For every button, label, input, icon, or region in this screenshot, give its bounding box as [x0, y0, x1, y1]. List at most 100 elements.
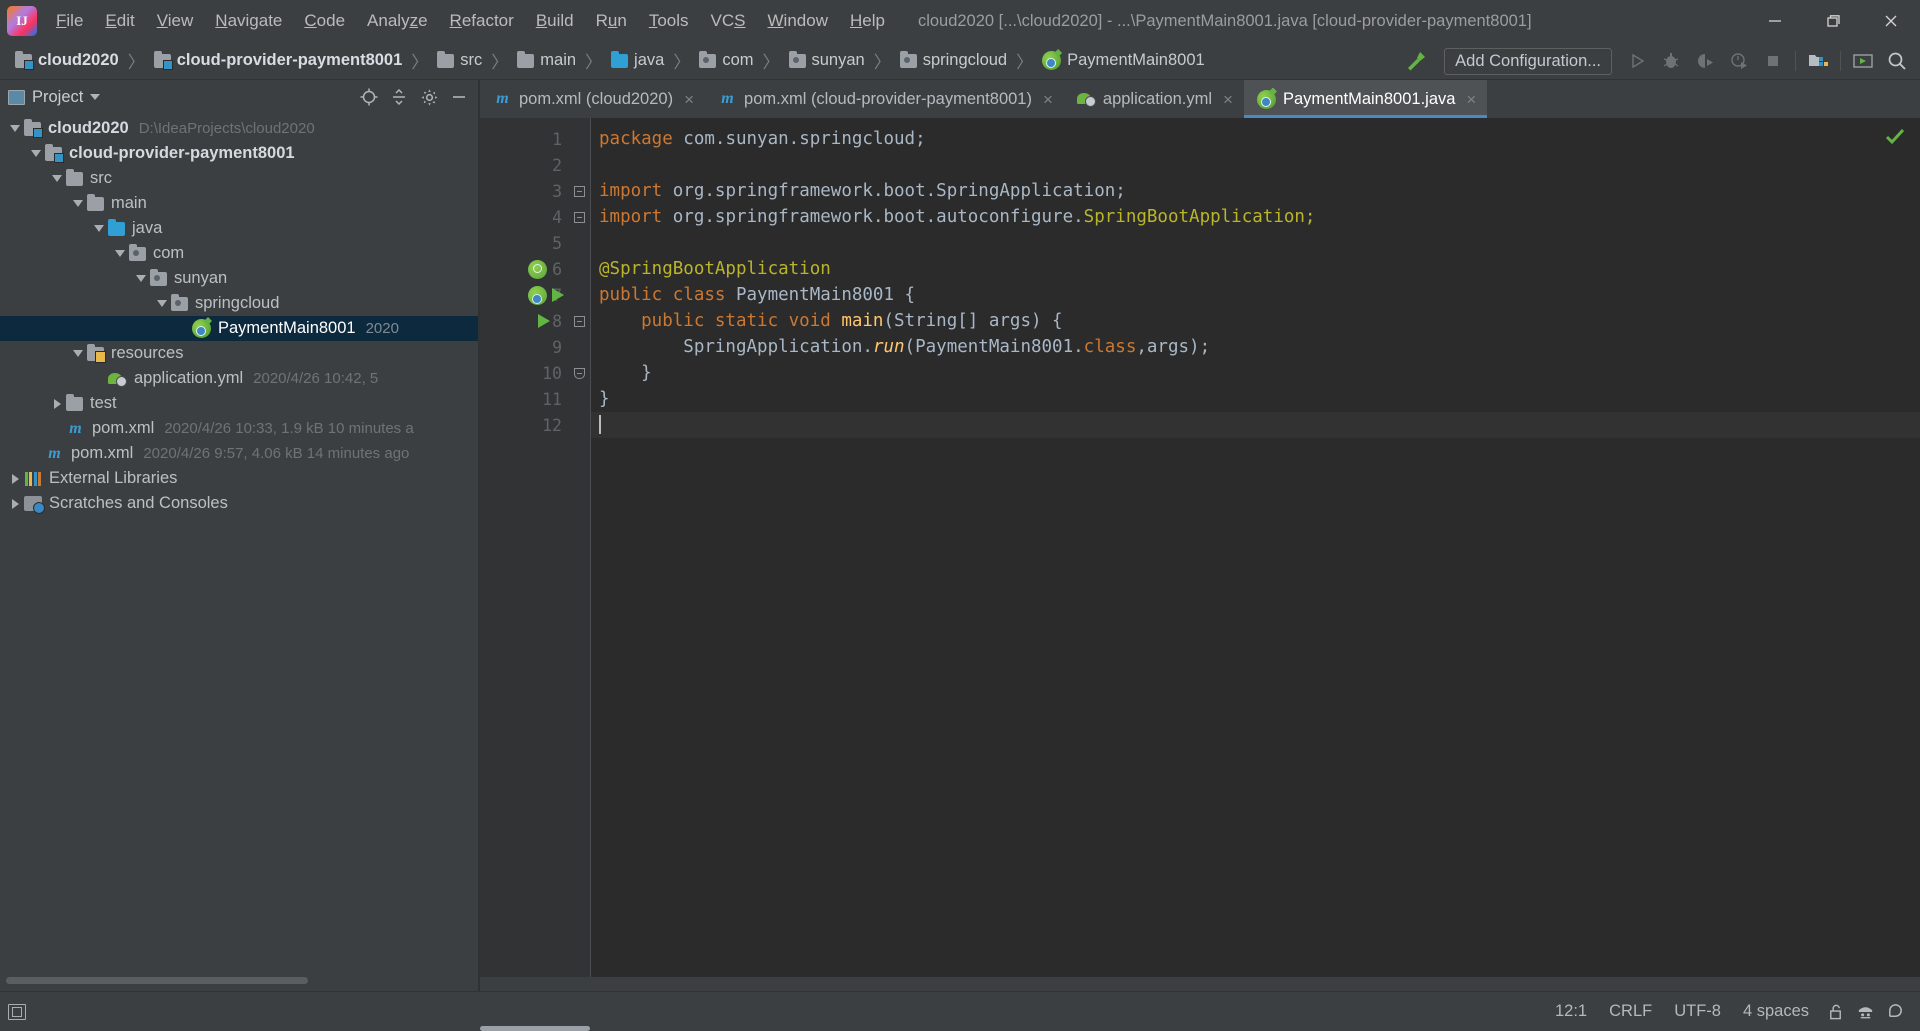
close-tab-icon[interactable]: × [684, 91, 694, 108]
close-window-button[interactable] [1862, 0, 1920, 42]
menu-item-edit[interactable]: Edit [94, 8, 145, 34]
breadcrumb-item-src[interactable]: src [434, 48, 485, 74]
no-errors-checkmark-icon[interactable] [1884, 126, 1906, 151]
chevron-down-icon[interactable] [90, 94, 101, 100]
breadcrumb-item-springcloud[interactable]: springcloud [897, 48, 1010, 74]
chevron-right-icon[interactable] [48, 398, 66, 409]
close-tab-icon[interactable]: × [1223, 91, 1233, 108]
gutter-line-1[interactable]: 1 [480, 126, 568, 152]
editor-gutter[interactable]: 1 2 3 4 5 6 7 8 9 10 11 12 [480, 118, 568, 977]
breadcrumb-item-com[interactable]: com [696, 48, 756, 74]
menu-item-navigate[interactable]: Navigate [204, 8, 293, 34]
toggle-tool-window-bars-icon[interactable] [8, 1003, 26, 1020]
tree-node-external-libraries[interactable]: External Libraries [0, 466, 478, 491]
tree-node-src[interactable]: src [0, 166, 478, 191]
code-line-7[interactable]: public class PaymentMain8001 { [591, 282, 1920, 308]
chevron-down-icon[interactable] [132, 275, 150, 282]
minimize-window-button[interactable] [1746, 0, 1804, 42]
chevron-right-icon[interactable] [6, 473, 24, 484]
close-tab-icon[interactable]: × [1466, 91, 1476, 108]
fold-marker-line-4[interactable] [568, 204, 590, 230]
profile-button[interactable] [1722, 46, 1756, 76]
editor-tab-pom-xml-cloud2020-[interactable]: m pom.xml (cloud2020) × [480, 80, 705, 118]
caret-position[interactable]: 12:1 [1544, 999, 1598, 1024]
chevron-down-icon[interactable] [6, 125, 24, 132]
tree-node-pom-xml[interactable]: m pom.xml 2020/4/26 9:57, 4.06 kB 14 minut… [0, 441, 478, 466]
build-hammer-icon[interactable] [1400, 46, 1430, 76]
code-folding-column[interactable] [568, 118, 590, 977]
collapse-region-icon[interactable] [573, 185, 585, 197]
code-line-5[interactable] [591, 230, 1920, 256]
horizontal-scrollbar[interactable] [6, 977, 308, 984]
search-everywhere-button[interactable] [1880, 46, 1914, 76]
chevron-down-icon[interactable] [153, 300, 171, 307]
menu-item-help[interactable]: Help [839, 8, 896, 34]
run-button[interactable] [1620, 46, 1654, 76]
project-tree[interactable]: cloud2020 D:\IdeaProjects\cloud2020 cloud-… [0, 114, 478, 991]
code-editor[interactable]: 1 2 3 4 5 6 7 8 9 10 11 12 package com.sunyan.sprin… [480, 118, 1920, 977]
chevron-down-icon[interactable] [111, 250, 129, 257]
code-line-12[interactable] [591, 412, 1920, 438]
hide-tool-window-button[interactable] [444, 83, 474, 111]
breadcrumb-item-cloud2020[interactable]: cloud2020 [12, 48, 122, 74]
tree-node-main[interactable]: main [0, 191, 478, 216]
menu-item-tools[interactable]: Tools [638, 8, 700, 34]
gutter-line-12[interactable]: 12 [480, 412, 568, 438]
notifications-icon[interactable] [1880, 999, 1910, 1025]
collapse-region-icon[interactable] [573, 211, 585, 223]
tree-node-springcloud[interactable]: springcloud [0, 291, 478, 316]
menu-item-window[interactable]: Window [757, 8, 839, 34]
collapse-all-button[interactable] [384, 83, 414, 111]
breadcrumb-item-java[interactable]: java [608, 48, 667, 74]
fold-marker-line-8[interactable] [568, 308, 590, 334]
project-structure-button[interactable] [1801, 46, 1835, 76]
menu-item-run[interactable]: Run [585, 8, 638, 34]
code-line-11[interactable]: } [591, 386, 1920, 412]
code-line-3[interactable]: import org.springframework.boot.SpringAp… [591, 178, 1920, 204]
tree-node-java[interactable]: java [0, 216, 478, 241]
gutter-line-3[interactable]: 3 [480, 178, 568, 204]
editor-tab-application-yml[interactable]: application.yml × [1064, 80, 1244, 118]
file-encoding[interactable]: UTF-8 [1663, 999, 1732, 1024]
add-configuration-button[interactable]: Add Configuration... [1444, 47, 1612, 75]
tree-node-cloud-provider-payment8001[interactable]: cloud-provider-payment8001 [0, 141, 478, 166]
gutter-line-7[interactable]: 7 [480, 282, 568, 308]
tree-node-com[interactable]: com [0, 241, 478, 266]
update-project-button[interactable] [1846, 46, 1880, 76]
hector-inspection-icon[interactable] [1850, 999, 1880, 1025]
gutter-line-8[interactable]: 8 [480, 308, 568, 334]
tree-node-sunyan[interactable]: sunyan [0, 266, 478, 291]
chevron-right-icon[interactable] [6, 498, 24, 509]
stop-button[interactable] [1756, 46, 1790, 76]
run-gutter-icon[interactable] [552, 288, 564, 302]
chevron-down-icon[interactable] [69, 200, 87, 207]
chevron-down-icon[interactable] [27, 150, 45, 157]
indent-setting[interactable]: 4 spaces [1732, 999, 1820, 1024]
spring-boot-run-gutter-icon[interactable] [528, 285, 547, 305]
menu-bar[interactable]: File Edit View Navigate Code Analyze Refactor B… [45, 0, 896, 42]
gutter-line-9[interactable]: 9 [480, 334, 568, 360]
breadcrumb-item-paymentmain8001[interactable]: PaymentMain8001 [1039, 48, 1208, 74]
code-content[interactable]: package com.sunyan.springcloud; import o… [590, 118, 1920, 977]
gutter-line-5[interactable]: 5 [480, 230, 568, 256]
code-line-10[interactable]: } [591, 360, 1920, 386]
gutter-line-4[interactable]: 4 [480, 204, 568, 230]
tree-node-pom-xml[interactable]: m pom.xml 2020/4/26 10:33, 1.9 kB 10 minut… [0, 416, 478, 441]
tree-node-resources[interactable]: resources [0, 341, 478, 366]
code-line-9[interactable]: SpringApplication.run(PaymentMain8001.cl… [591, 334, 1920, 360]
menu-item-build[interactable]: Build [525, 8, 585, 34]
close-tab-icon[interactable]: × [1043, 91, 1053, 108]
menu-item-vcs[interactable]: VCS [700, 8, 757, 34]
menu-item-refactor[interactable]: Refactor [439, 8, 525, 34]
chevron-down-icon[interactable] [48, 175, 66, 182]
tree-node-application-yml[interactable]: application.yml 2020/4/26 10:42, 5 [0, 366, 478, 391]
maximize-window-button[interactable] [1804, 0, 1862, 42]
gutter-line-2[interactable]: 2 [480, 152, 568, 178]
editor-tab-pom-xml-cloud-provider-payment8001-[interactable]: m pom.xml (cloud-provider-payment8001) × [705, 80, 1064, 118]
spring-bean-gutter-icon[interactable] [528, 259, 547, 279]
collapse-region-icon[interactable] [573, 367, 585, 379]
gutter-line-10[interactable]: 10 [480, 360, 568, 386]
run-with-coverage-button[interactable] [1688, 46, 1722, 76]
gutter-line-11[interactable]: 11 [480, 386, 568, 412]
fold-marker-line-10[interactable] [568, 360, 590, 386]
